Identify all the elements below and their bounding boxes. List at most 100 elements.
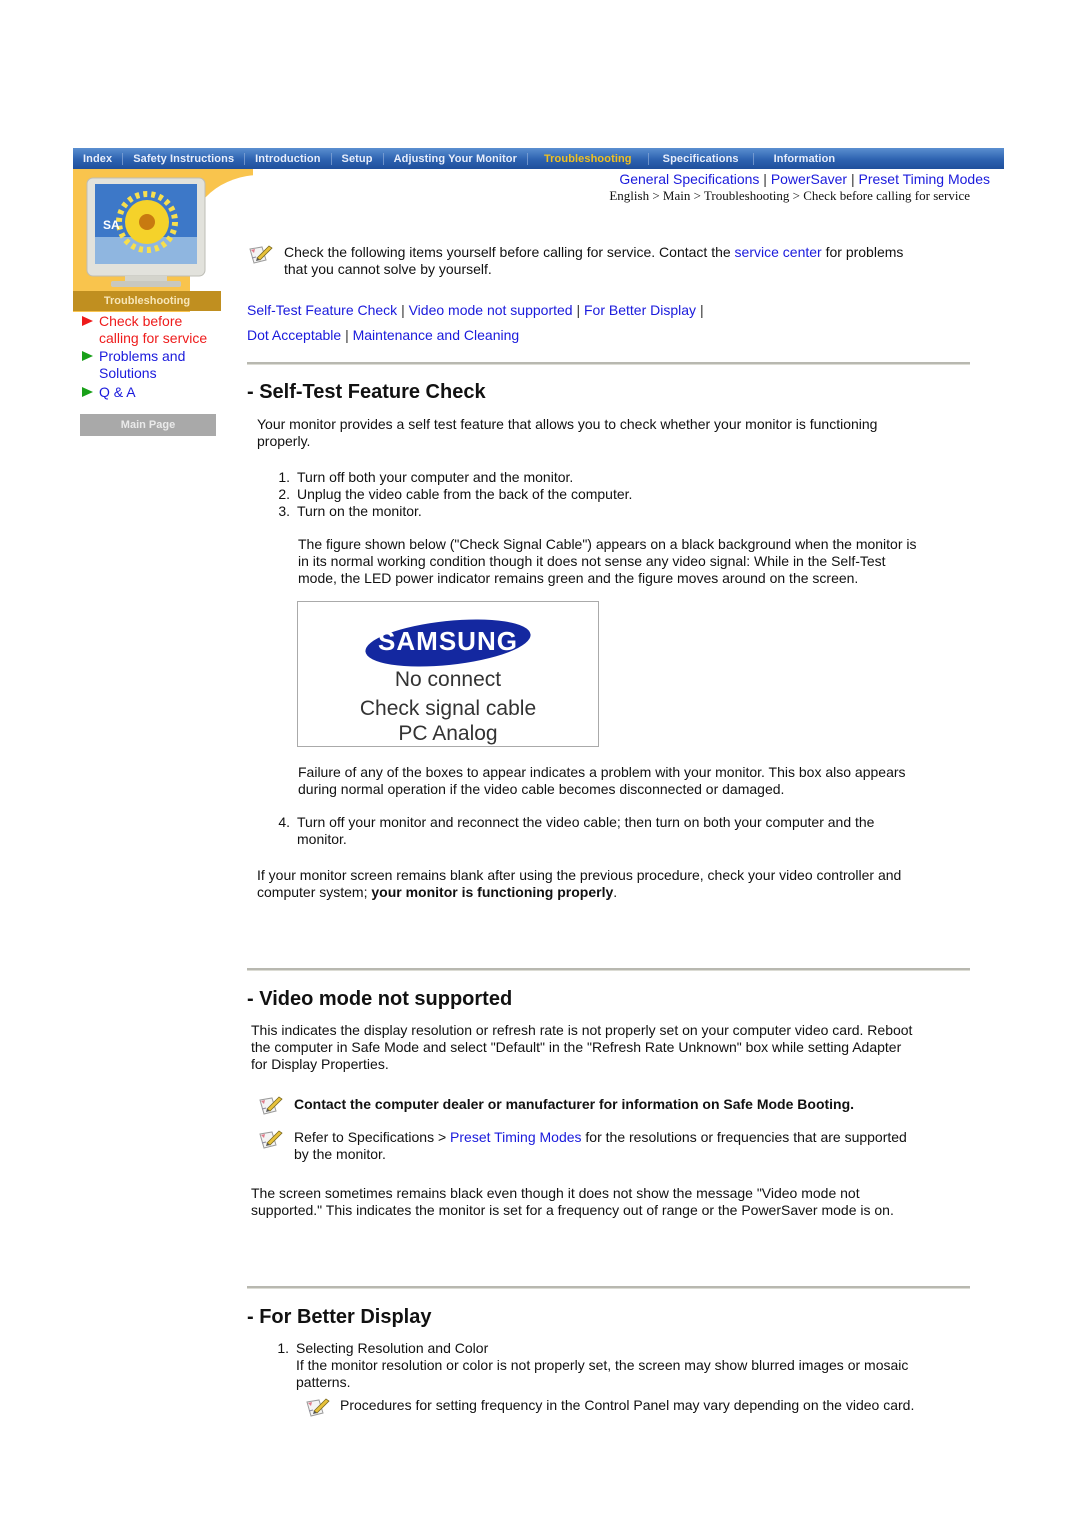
step-number: 4.: [278, 814, 290, 830]
sidebar-banner-label: Troubleshooting: [73, 291, 221, 311]
text-line: by the monitor.: [294, 1146, 386, 1162]
link-for-better-display[interactable]: For Better Display: [584, 302, 696, 318]
better-display-title: - For Better Display: [247, 1306, 432, 1328]
step-item: 1. Turn off both your computer and the mo…: [268, 469, 632, 486]
section-divider: [247, 968, 970, 971]
self-test-title: - Self-Test Feature Check: [247, 381, 486, 403]
link-maintenance-and-cleaning[interactable]: Maintenance and Cleaning: [353, 327, 520, 343]
sidebar-item-label: Solutions: [99, 365, 157, 381]
nav-setup[interactable]: Setup: [332, 153, 383, 165]
step-item: 4. Turn off your monitor and reconnect th…: [268, 814, 874, 848]
intro-text-part: for problems: [821, 244, 904, 260]
step-item: 1. Selecting Resolution and Color If the…: [267, 1340, 908, 1391]
step-number: 1.: [277, 1340, 289, 1356]
step-number: 3.: [278, 503, 290, 519]
top-nav-bar: Index Safety Instructions Introduction S…: [73, 148, 1004, 169]
sidebar-item-label: Problems and: [99, 348, 186, 364]
video-mode-title: - Video mode not supported: [247, 988, 513, 1010]
nav-troubleshooting[interactable]: Troubleshooting: [528, 153, 648, 165]
monitor-screen-text: SA: [103, 218, 120, 232]
text-line: properly.: [257, 433, 311, 449]
video-mode-paragraph-1: This indicates the display resolution or…: [251, 1022, 971, 1073]
link-separator: |: [763, 171, 767, 187]
no-connect-figure: SAMSUNG No connect Check signal cable PC…: [297, 601, 599, 747]
figure-line-2: Check signal cable: [360, 697, 536, 720]
text-line: Your monitor provides a self test featur…: [257, 416, 878, 432]
preset-timing-note: Refer to Specifications > Preset Timing …: [294, 1129, 974, 1163]
nav-introduction[interactable]: Introduction: [245, 153, 330, 165]
step-text: Selecting Resolution and Color If the mo…: [296, 1340, 908, 1391]
frequency-note: Procedures for setting frequency in the …: [340, 1397, 915, 1413]
link-powersaver[interactable]: PowerSaver: [771, 171, 847, 187]
section-links-row1: Self-Test Feature Check | Video mode not…: [247, 302, 704, 319]
main-page-button[interactable]: Main Page: [80, 414, 216, 436]
self-test-intro: Your monitor provides a self test featur…: [257, 416, 957, 450]
text-line: monitor.: [297, 831, 347, 847]
section-divider: [247, 1286, 970, 1289]
samsung-logo-text: SAMSUNG: [378, 626, 518, 656]
step-number: 2.: [278, 486, 290, 502]
nav-information[interactable]: Information: [754, 153, 856, 165]
step-text: Turn on the monitor.: [297, 503, 422, 519]
section-links-row2: Dot Acceptable | Maintenance and Cleanin…: [247, 327, 519, 344]
sidebar-item-label: Check before: [99, 313, 183, 329]
text-line: computer system;: [257, 884, 372, 900]
intro-text-part: Check the following items yourself befor…: [284, 244, 735, 260]
sidebar-item-label: Q & A: [99, 384, 136, 400]
safe-mode-note: Contact the computer dealer or manufactu…: [294, 1096, 855, 1112]
step-title: Selecting Resolution and Color: [296, 1340, 489, 1356]
link-preset-timing-modes-inline[interactable]: Preset Timing Modes: [450, 1129, 582, 1145]
link-self-test-feature-check[interactable]: Self-Test Feature Check: [247, 302, 397, 318]
text-line: patterns.: [296, 1374, 351, 1390]
step-text: Turn off your monitor and reconnect the …: [297, 814, 874, 848]
failure-text: Failure of any of the boxes to appear in…: [298, 764, 978, 798]
link-separator: |: [699, 302, 704, 318]
nav-specifications[interactable]: Specifications: [649, 153, 753, 165]
figure-line-3: PC Analog: [398, 722, 497, 745]
self-test-steps: 1. Turn off both your computer and the mo…: [268, 469, 632, 520]
text-line: The figure shown below ("Check Signal Ca…: [298, 536, 917, 552]
self-test-closing: If your monitor screen remains blank aft…: [257, 867, 967, 901]
section-divider: [247, 362, 970, 365]
text-line: Refer to Specifications >: [294, 1129, 451, 1145]
service-center-link[interactable]: service center: [735, 244, 822, 260]
breadcrumb: English > Main > Troubleshooting > Check…: [609, 188, 970, 203]
text-line: the computer in Safe Mode and select "De…: [251, 1039, 902, 1055]
green-triangle-icon: [82, 351, 93, 361]
text-line: This indicates the display resolution or…: [251, 1022, 913, 1038]
pencil-note-icon: [258, 1129, 284, 1151]
step-text: Unplug the video cable from the back of …: [297, 486, 633, 502]
text-line: supported." This indicates the monitor i…: [251, 1202, 894, 1218]
text-line: Failure of any of the boxes to appear in…: [298, 764, 906, 780]
sidebar-item-check-before-calling[interactable]: Check before calling for service: [82, 313, 207, 347]
link-video-mode-not-supported[interactable]: Video mode not supported: [409, 302, 573, 318]
text-line: If the monitor resolution or color is no…: [296, 1357, 909, 1373]
intro-text: Check the following items yourself befor…: [284, 244, 974, 278]
pencil-note-icon: [305, 1397, 331, 1419]
top-links: General Specifications | PowerSaver | Pr…: [619, 171, 990, 187]
red-triangle-icon: [82, 316, 93, 326]
sidebar-item-q-and-a[interactable]: Q & A: [82, 384, 136, 401]
nav-adjusting-your-monitor[interactable]: Adjusting Your Monitor: [384, 153, 527, 165]
green-triangle-icon: [82, 387, 93, 397]
text-line: mode, the LED power indicator remains gr…: [298, 570, 859, 586]
sidebar-item-label: calling for service: [99, 330, 208, 346]
link-general-specifications[interactable]: General Specifications: [619, 171, 759, 187]
sidebar-item-problems-and-solutions[interactable]: Problems and Solutions: [82, 348, 185, 382]
link-dot-acceptable[interactable]: Dot Acceptable: [247, 327, 341, 343]
nav-safety-instructions[interactable]: Safety Instructions: [123, 153, 244, 165]
link-preset-timing-modes[interactable]: Preset Timing Modes: [859, 171, 991, 187]
text-line: Turn off your monitor and reconnect the …: [297, 814, 875, 830]
nav-index[interactable]: Index: [73, 153, 122, 165]
text-line: in its normal working condition though i…: [298, 553, 886, 569]
figure-description: The figure shown below ("Check Signal Ca…: [298, 536, 978, 587]
pencil-note-icon: [248, 244, 274, 266]
link-separator: |: [401, 302, 405, 318]
link-separator: |: [576, 302, 581, 318]
text-line: If your monitor screen remains blank aft…: [257, 867, 902, 883]
self-test-step-4: 4. Turn off your monitor and reconnect th…: [268, 814, 874, 848]
bold-text: your monitor is functioning properly: [371, 884, 614, 900]
monitor-illustration: SA: [86, 177, 206, 287]
link-separator: |: [850, 171, 855, 187]
text-line: during normal operation if the video cab…: [298, 781, 785, 797]
